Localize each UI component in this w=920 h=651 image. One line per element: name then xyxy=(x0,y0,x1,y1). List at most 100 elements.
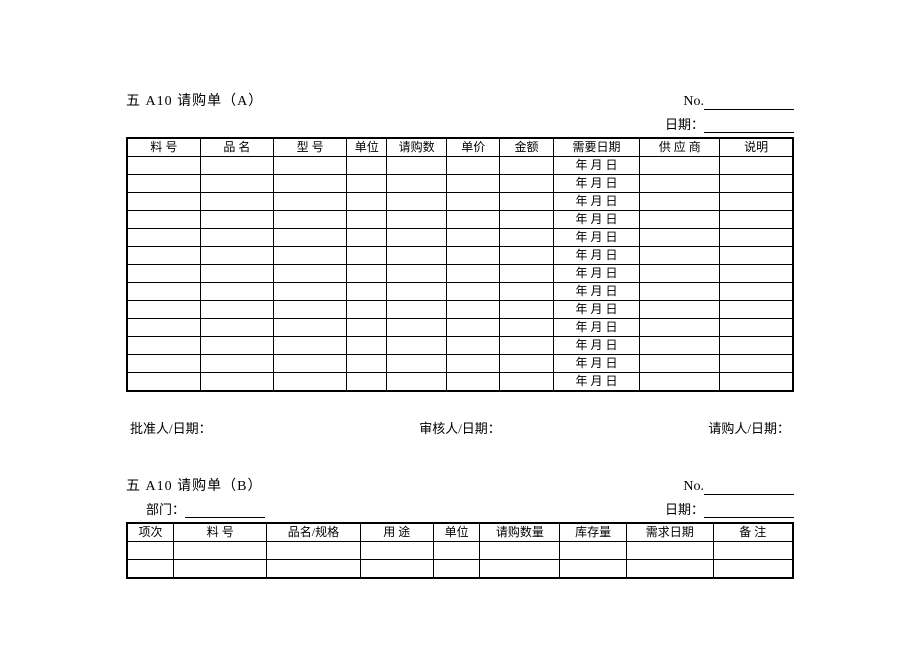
table-cell xyxy=(347,247,387,265)
table-cell xyxy=(387,193,447,211)
col-shuoming: 说明 xyxy=(720,138,793,157)
table-cell xyxy=(640,247,720,265)
table-cell xyxy=(387,355,447,373)
date-label: 日期： xyxy=(665,117,704,132)
form-a-no-field: No. xyxy=(683,94,794,110)
table-cell xyxy=(640,373,720,392)
table-cell xyxy=(387,301,447,319)
table-cell xyxy=(387,211,447,229)
table-cell xyxy=(347,319,387,337)
form-b-title: 五 A10 请购单（B） xyxy=(126,475,262,495)
table-cell xyxy=(500,265,553,283)
table-cell xyxy=(387,337,447,355)
table-row: 年 月 日 xyxy=(127,319,793,337)
table-cell xyxy=(500,373,553,392)
table-cell xyxy=(447,247,500,265)
table-row: 年 月 日 xyxy=(127,229,793,247)
table-cell xyxy=(200,175,273,193)
col-pinming: 品 名 xyxy=(200,138,273,157)
table-cell xyxy=(447,355,500,373)
table-cell xyxy=(200,247,273,265)
col-gongyingshang: 供 应 商 xyxy=(640,138,720,157)
table-cell xyxy=(500,229,553,247)
table-cell xyxy=(274,211,347,229)
table-cell xyxy=(347,229,387,247)
table-cell xyxy=(127,175,200,193)
table-cell: 年 月 日 xyxy=(553,229,640,247)
table-cell xyxy=(274,355,347,373)
table-cell xyxy=(267,560,360,578)
form-a-table: 料 号 品 名 型 号 单位 请购数 单价 金额 需要日期 供 应 商 说明 年… xyxy=(126,137,794,392)
col-xuqiuriqi: 需求日期 xyxy=(626,523,713,542)
table-cell xyxy=(626,542,713,560)
table-cell xyxy=(720,373,793,392)
table-cell xyxy=(200,319,273,337)
table-cell xyxy=(274,319,347,337)
table-cell xyxy=(560,560,627,578)
table-row xyxy=(127,542,793,560)
requester-label: 请购人/日期： xyxy=(708,418,790,437)
table-cell xyxy=(480,542,560,560)
date-field-b: 日期： xyxy=(665,499,794,518)
form-b-subheader: 部门： 日期： xyxy=(126,499,794,518)
table-cell xyxy=(500,355,553,373)
reviewer-label: 审核人/日期： xyxy=(419,418,501,437)
table-cell xyxy=(447,301,500,319)
col-qinggoushu: 请购数 xyxy=(387,138,447,157)
table-row xyxy=(127,560,793,578)
table-cell xyxy=(447,373,500,392)
table-cell xyxy=(387,175,447,193)
table-row: 年 月 日 xyxy=(127,283,793,301)
date-underline-b xyxy=(704,504,794,518)
table-cell xyxy=(640,211,720,229)
table-cell xyxy=(560,542,627,560)
col-yongtu: 用 途 xyxy=(360,523,433,542)
table-cell xyxy=(127,542,174,560)
table-cell xyxy=(200,337,273,355)
table-cell xyxy=(447,265,500,283)
table-row: 年 月 日 xyxy=(127,247,793,265)
form-b-header-row: 项次 料 号 品名/规格 用 途 单位 请购数量 库存量 需求日期 备 注 xyxy=(127,523,793,542)
table-cell xyxy=(274,193,347,211)
table-cell xyxy=(640,283,720,301)
table-cell: 年 月 日 xyxy=(553,337,640,355)
table-cell xyxy=(347,193,387,211)
table-cell xyxy=(127,319,200,337)
table-cell: 年 月 日 xyxy=(553,319,640,337)
col-danwei-b: 单位 xyxy=(433,523,480,542)
dept-underline xyxy=(185,504,265,518)
table-cell xyxy=(447,283,500,301)
table-cell: 年 月 日 xyxy=(553,175,640,193)
table-cell xyxy=(274,157,347,175)
table-row: 年 月 日 xyxy=(127,157,793,175)
form-a-header: 五 A10 请购单（A） No. xyxy=(126,90,794,110)
table-cell xyxy=(447,157,500,175)
table-row: 年 月 日 xyxy=(127,301,793,319)
table-cell xyxy=(347,337,387,355)
table-cell xyxy=(447,319,500,337)
col-xinghao: 型 号 xyxy=(274,138,347,157)
table-cell xyxy=(433,560,480,578)
table-cell xyxy=(500,193,553,211)
table-cell xyxy=(500,157,553,175)
table-cell xyxy=(640,355,720,373)
table-cell xyxy=(500,211,553,229)
col-beizhu: 备 注 xyxy=(713,523,793,542)
table-cell xyxy=(720,193,793,211)
table-cell xyxy=(347,175,387,193)
col-kucunliang: 库存量 xyxy=(560,523,627,542)
table-cell: 年 月 日 xyxy=(553,373,640,392)
table-cell xyxy=(127,337,200,355)
table-cell xyxy=(200,193,273,211)
table-cell xyxy=(480,560,560,578)
table-cell xyxy=(127,355,200,373)
table-cell xyxy=(447,193,500,211)
table-cell xyxy=(127,211,200,229)
table-cell xyxy=(387,319,447,337)
table-cell xyxy=(347,283,387,301)
table-cell xyxy=(720,265,793,283)
no-underline xyxy=(704,96,794,110)
table-cell xyxy=(127,193,200,211)
table-cell xyxy=(713,560,793,578)
col-liaohao: 料 号 xyxy=(127,138,200,157)
